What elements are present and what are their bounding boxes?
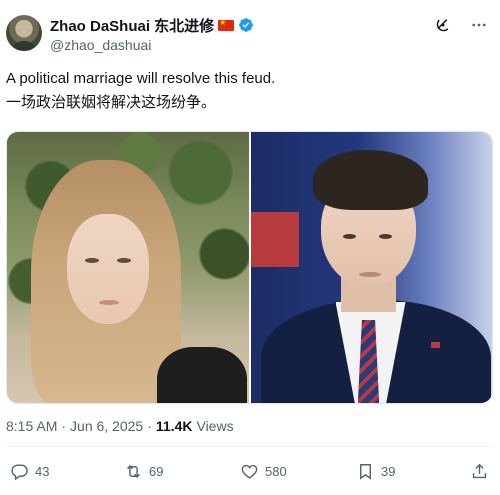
tweet-meta: 8:15 AM · Jun 6, 2025 · 11.4K Views	[6, 418, 234, 434]
reply-count: 43	[35, 463, 50, 479]
action-bar: 43 69 580 39	[0, 458, 500, 484]
repost-count: 69	[149, 463, 164, 479]
views-count: 11.4K	[155, 418, 193, 434]
share-button[interactable]	[470, 458, 489, 484]
author-display-name[interactable]: Zhao DaShuai 东北进修	[50, 15, 214, 36]
author-name-row: Zhao DaShuai 东北进修	[50, 15, 254, 35]
photo-shoulder	[157, 347, 247, 403]
china-flag-icon	[218, 17, 235, 31]
reply-button[interactable]: 43	[10, 458, 49, 484]
verified-badge-icon	[239, 18, 254, 32]
header-actions	[434, 16, 488, 34]
media-photo-left[interactable]	[7, 132, 249, 403]
avatar[interactable]	[6, 15, 42, 51]
meta-separator: ·	[61, 418, 67, 434]
tweet-media	[6, 131, 493, 404]
like-icon	[241, 464, 258, 479]
meta-separator: ·	[147, 418, 152, 434]
share-icon	[472, 463, 487, 478]
author-handle[interactable]: @zhao_dashuai	[50, 37, 151, 53]
bookmark-count: 39	[381, 463, 396, 479]
tweet-date[interactable]: Jun 6, 2025	[70, 418, 143, 434]
repost-button[interactable]: 69	[124, 458, 163, 484]
photo-lips	[358, 272, 381, 277]
grok-icon[interactable]	[434, 16, 452, 34]
tweet-text-line-zh: 一场政治联姻将解决这场纷争。	[6, 94, 217, 111]
media-photo-right[interactable]	[250, 132, 492, 403]
divider	[6, 446, 494, 447]
bookmark-icon	[360, 463, 371, 480]
photo-lips	[99, 300, 119, 305]
tweet: Zhao DaShuai 东北进修 @zhao_dashuai A politi…	[0, 0, 500, 495]
bookmark-button[interactable]: 39	[356, 458, 395, 484]
tweet-text: A political marriage will resolve this f…	[6, 67, 494, 115]
photo-eye	[378, 234, 392, 239]
reply-icon	[11, 463, 28, 480]
like-button[interactable]: 580	[240, 458, 287, 484]
photo-eye	[117, 258, 131, 263]
repost-icon	[127, 464, 140, 478]
photo-background-flag	[250, 212, 299, 267]
more-icon[interactable]	[470, 16, 488, 34]
tweet-time[interactable]: 8:15 AM	[6, 418, 57, 434]
photo-face	[67, 214, 149, 324]
photo-flag-pin	[430, 342, 440, 348]
like-count: 580	[265, 463, 287, 479]
photo-eye	[342, 234, 356, 239]
tweet-text-line-en: A political marriage will resolve this f…	[6, 70, 276, 87]
photo-eye	[85, 258, 99, 263]
photo-hair	[312, 150, 428, 210]
views-label: Views	[196, 418, 234, 434]
